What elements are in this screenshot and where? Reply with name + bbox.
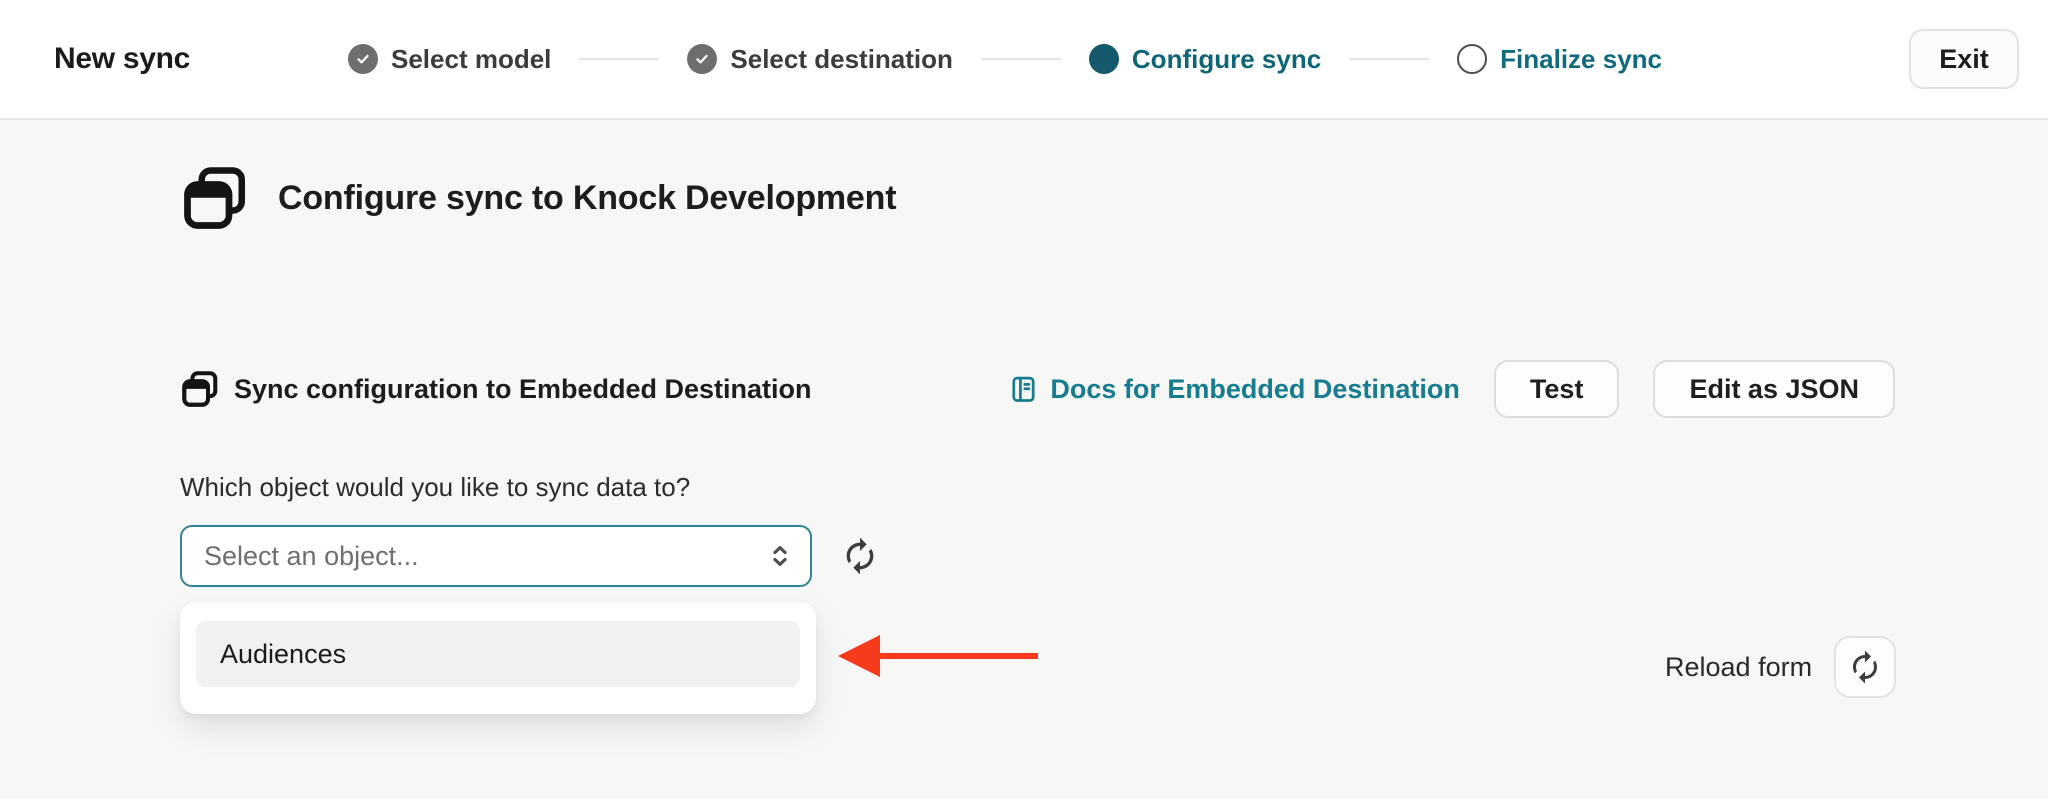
page-heading-row: Configure sync to Knock Development — [180, 163, 897, 233]
object-select-placeholder: Select an object... — [204, 540, 419, 571]
step-label: Configure sync — [1131, 43, 1322, 74]
reload-form-button[interactable] — [1834, 636, 1897, 698]
step-select-model[interactable]: Select model — [348, 44, 551, 75]
stepper: Select model Select destination Configur… — [348, 44, 1662, 75]
red-arrow-annotation — [836, 630, 1042, 682]
docs-link-label: Docs for Embedded Destination — [1050, 373, 1460, 404]
book-icon — [1008, 374, 1039, 405]
edit-as-json-button[interactable]: Edit as JSON — [1653, 360, 1895, 418]
step-configure-sync[interactable]: Configure sync — [1088, 43, 1322, 75]
check-icon — [348, 44, 378, 74]
destination-window-icon — [180, 369, 220, 409]
active-step-dot — [1088, 44, 1119, 74]
section-actions: Docs for Embedded Destination Test Edit … — [1008, 360, 1895, 418]
test-button[interactable]: Test — [1493, 360, 1620, 418]
refresh-icon — [1847, 649, 1883, 685]
section-heading: Sync configuration to Embedded Destinati… — [234, 373, 812, 404]
step-label: Finalize sync — [1500, 43, 1662, 74]
step-connector — [579, 58, 660, 60]
step-select-destination[interactable]: Select destination — [687, 44, 953, 75]
refresh-icon — [840, 536, 880, 576]
step-connector — [1349, 58, 1430, 60]
object-select-dropdown: Audiences — [180, 602, 816, 714]
upcoming-step-circle — [1457, 44, 1488, 74]
reload-form-label: Reload form — [1665, 651, 1813, 682]
destination-window-icon — [180, 163, 250, 233]
dropdown-option-audiences[interactable]: Audiences — [196, 621, 800, 687]
step-label: Select model — [391, 43, 552, 74]
refresh-objects-button[interactable] — [840, 536, 880, 576]
step-label: Select destination — [730, 43, 953, 74]
object-question-label: Which object would you like to sync data… — [180, 472, 691, 502]
section-header-row: Sync configuration to Embedded Destinati… — [180, 358, 1895, 420]
page-title: New sync — [54, 42, 190, 75]
exit-button[interactable]: Exit — [1909, 29, 2019, 89]
check-icon — [687, 44, 718, 74]
page-heading: Configure sync to Knock Development — [278, 178, 897, 217]
step-finalize-sync[interactable]: Finalize sync — [1457, 44, 1662, 75]
step-connector — [980, 58, 1061, 60]
wizard-header: New sync Select model Select destination… — [0, 0, 2048, 120]
chevron-up-down-icon — [764, 540, 796, 572]
object-select[interactable]: Select an object... — [180, 525, 812, 587]
docs-link[interactable]: Docs for Embedded Destination — [1008, 374, 1460, 405]
reload-form-row: Reload form — [1665, 636, 1897, 698]
